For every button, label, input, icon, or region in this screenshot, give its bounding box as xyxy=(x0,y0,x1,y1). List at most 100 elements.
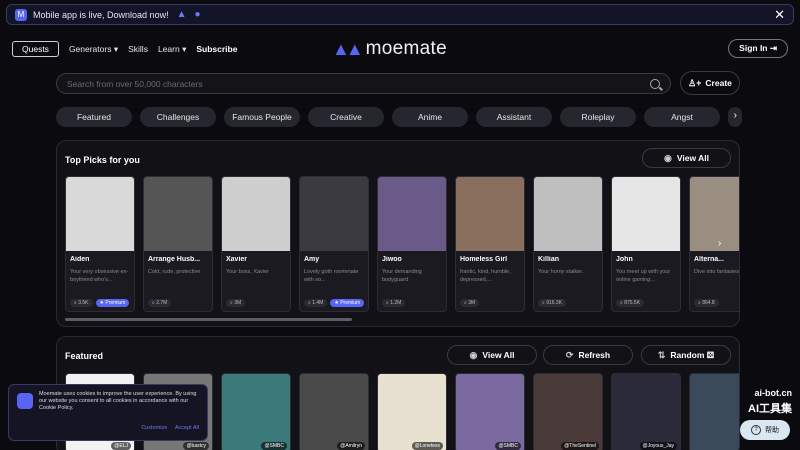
cookie-consent: Moemate uses cookies to improve the user… xyxy=(8,384,208,441)
top-picks-title: Top Picks for you xyxy=(65,155,140,165)
logo-text: moemate xyxy=(365,38,447,59)
eye-icon: ◉ xyxy=(664,152,672,163)
top-picks-view-all-button[interactable]: ◉ View All xyxy=(642,148,731,168)
eye-icon: ◉ xyxy=(469,349,478,360)
character-name: Killian xyxy=(538,256,560,263)
chip-challenges[interactable]: Challenges xyxy=(140,107,216,127)
nav-quests[interactable]: Quests xyxy=(12,41,59,57)
chip-creative[interactable]: Creative xyxy=(308,107,384,127)
character-name: Jiwoo xyxy=(382,256,402,263)
premium-badge: ★ Premium xyxy=(330,299,365,307)
character-avatar xyxy=(456,177,524,251)
create-button[interactable]: ♙+ Create xyxy=(680,71,740,95)
creator-tag: @SMBC xyxy=(495,442,521,450)
search-input[interactable]: Search from over 50,000 characters xyxy=(56,73,671,94)
character-card[interactable]: Aiden Your very obsessive ex-boyfriend wh… xyxy=(65,176,135,312)
chat-count-badge: ⌕ 916.3K xyxy=(538,299,567,307)
chip-angst[interactable]: Angst xyxy=(644,107,720,127)
chip-featured[interactable]: Featured xyxy=(56,107,132,127)
character-name: Amy xyxy=(304,256,320,263)
android-icon[interactable]: ▲ xyxy=(177,9,187,20)
help-icon: ? xyxy=(751,425,761,435)
search-icon[interactable] xyxy=(650,78,660,89)
character-description: Your boss, Xavier xyxy=(226,269,269,275)
chat-count-badge: ⌕ 2.7M xyxy=(148,299,172,307)
character-meta: ⌕ 875.5K xyxy=(616,299,645,307)
accept-all-button[interactable]: Accept All xyxy=(175,425,199,431)
top-nav: Quests Generators ▾ Skills Learn ▾ Subsc… xyxy=(12,38,788,60)
character-avatar xyxy=(612,177,680,251)
featured-card[interactable]: @Joyous_Jay xyxy=(611,373,681,450)
chat-count-badge: ⌕ 3M xyxy=(460,299,480,307)
chevron-right-icon[interactable]: › xyxy=(734,110,737,121)
nav-subscribe[interactable]: Subscribe xyxy=(196,44,237,54)
character-card[interactable]: Alterna... Dive into fantasies ⌕ 864.8 xyxy=(689,176,739,312)
featured-card[interactable]: @SMBC xyxy=(455,373,525,450)
character-card[interactable]: Homeless Girl frantic, kind, humble, depr… xyxy=(455,176,525,312)
chip-famous-people[interactable]: Famous People xyxy=(224,107,300,127)
sign-in-button[interactable]: Sign In ⇥ xyxy=(728,39,788,58)
creator-tag: @Lonetess xyxy=(411,442,443,450)
logo-icon: ▲▲ xyxy=(332,38,364,59)
chip-anime[interactable]: Anime xyxy=(392,107,468,127)
character-name: Aiden xyxy=(70,256,90,263)
character-avatar xyxy=(144,177,212,251)
chat-count-badge: ⌕ 3.5K xyxy=(70,299,93,307)
close-banner-button[interactable]: ✕ xyxy=(774,7,785,23)
character-card[interactable]: Arrange Husb... Cold, rude, protective ⌕ 2… xyxy=(143,176,213,312)
character-card[interactable]: Xavier Your boss, Xavier ⌕ 3M xyxy=(221,176,291,312)
sort-icon: ⇅ xyxy=(657,349,666,360)
customize-button[interactable]: Customize xyxy=(141,425,167,431)
featured-view-all-button[interactable]: ◉ View All xyxy=(447,345,537,365)
featured-card[interactable]: @Amilryn xyxy=(299,373,369,450)
character-avatar xyxy=(534,177,602,251)
moemate-logo[interactable]: ▲▲ moemate xyxy=(332,38,447,60)
featured-card[interactable]: @SMBC xyxy=(221,373,291,450)
watermark-url: ai-bot.cn xyxy=(754,388,793,398)
add-user-icon: ♙+ xyxy=(688,77,702,88)
character-description: Your horny stalker. xyxy=(538,269,584,275)
nav-learn[interactable]: Learn ▾ xyxy=(158,44,186,55)
app-banner: M Mobile app is live, Download now! ▲ ● … xyxy=(6,4,794,25)
character-avatar xyxy=(378,177,446,251)
character-card[interactable]: Killian Your horny stalker. ⌕ 916.3K xyxy=(533,176,603,312)
character-meta: ⌕ 916.3K xyxy=(538,299,567,307)
character-avatar xyxy=(222,177,290,251)
nav-generators[interactable]: Generators ▾ xyxy=(69,44,118,55)
featured-card[interactable]: @Lonetess xyxy=(377,373,447,450)
apple-icon[interactable]: ● xyxy=(194,9,200,20)
character-name: Arrange Husb... xyxy=(148,256,201,263)
cookie-icon xyxy=(17,393,33,409)
refresh-icon: ⟳ xyxy=(565,349,574,360)
chevron-right-icon[interactable]: › xyxy=(718,238,721,249)
character-avatar xyxy=(66,177,134,251)
refresh-button[interactable]: ⟳ Refresh xyxy=(543,345,633,365)
character-meta: ⌕ 864.8 xyxy=(694,299,719,307)
character-description: Dive into fantasies xyxy=(694,269,739,275)
cookie-actions: Customize Accept All xyxy=(135,425,199,432)
featured-card[interactable]: @TheSentinel xyxy=(533,373,603,450)
chip-roleplay[interactable]: Roleplay xyxy=(560,107,636,127)
watermark: ai-bot.cn AI工具集 xyxy=(712,388,794,416)
search-placeholder: Search from over 50,000 characters xyxy=(67,78,203,89)
character-card[interactable]: Jiwoo Your demanding bodyguard ⌕ 1.2M xyxy=(377,176,447,312)
creator-tag: @TheSentinel xyxy=(561,442,599,450)
character-card[interactable]: John You meet up with your online gaming.… xyxy=(611,176,681,312)
nav-skills[interactable]: Skills xyxy=(128,44,148,54)
character-card[interactable]: Amy Lovely goth roommate with so... ⌕ 1.4M… xyxy=(299,176,369,312)
top-picks-section: Top Picks for you ◉ View All Aiden Your ve… xyxy=(56,140,740,327)
chat-count-badge: ⌕ 1.4M xyxy=(304,299,328,307)
moemate-icon: M xyxy=(15,8,27,21)
creator-tag: @bastcy xyxy=(183,442,209,450)
help-button[interactable]: ? 帮助 xyxy=(740,420,790,440)
featured-title: Featured xyxy=(65,351,104,361)
creator-tag: @ELJ xyxy=(111,442,131,450)
premium-badge: ★ Premium xyxy=(95,299,130,307)
character-name: Alterna... xyxy=(694,256,724,263)
banner-text[interactable]: Mobile app is live, Download now! xyxy=(33,10,169,20)
horizontal-scrollbar[interactable] xyxy=(65,318,352,321)
cookie-text: Moemate uses cookies to improve the user… xyxy=(39,391,197,411)
chip-assistant[interactable]: Assistant xyxy=(476,107,552,127)
character-meta: ⌕ 3M xyxy=(226,299,246,307)
random-button[interactable]: ⇅ Random ⚄ xyxy=(641,345,731,365)
